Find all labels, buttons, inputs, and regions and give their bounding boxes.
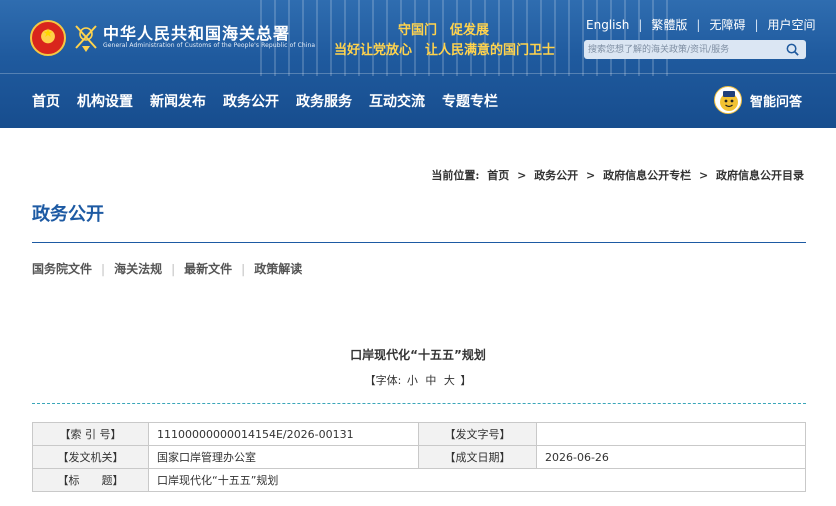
subnav-separator: |: [101, 261, 106, 276]
slogan-line1: 守国门 促发展: [398, 23, 490, 38]
header-divider: [0, 73, 836, 74]
subject-value: 口岸现代化“十五五”规划: [148, 468, 806, 492]
site-subtitle: General Administration of Customs of the…: [103, 42, 316, 49]
sub-nav: 国务院文件 | 海关法规 | 最新文件 | 政策解读: [32, 260, 302, 277]
font-size-large[interactable]: 大: [444, 374, 455, 387]
search-icon[interactable]: [785, 42, 800, 57]
index-number-label: 【索 引 号】: [32, 422, 149, 446]
breadcrumb-separator: >: [586, 169, 596, 182]
table-row: 【标 题】 口岸现代化“十五五”规划: [32, 468, 806, 492]
font-size-close: 】: [460, 374, 472, 387]
issue-date-label: 【成文日期】: [418, 445, 537, 469]
smart-qa-button[interactable]: 智能问答: [714, 86, 802, 114]
search-box: [584, 40, 806, 59]
top-link-separator: |: [696, 17, 701, 32]
breadcrumb-home[interactable]: 首页: [487, 169, 509, 182]
main-nav: 首页 机构设置 新闻发布 政务公开 政务服务 互动交流 专题专栏: [32, 91, 515, 111]
nav-news[interactable]: 新闻发布: [150, 91, 206, 111]
dashed-divider: [32, 403, 806, 404]
top-links: English | 繁體版 | 无障碍 | 用户空间: [586, 16, 816, 33]
breadcrumb-separator: >: [698, 169, 709, 182]
breadcrumb-info-catalog[interactable]: 政府信息公开目录: [716, 169, 804, 182]
link-traditional[interactable]: 繁體版: [651, 16, 687, 33]
link-english[interactable]: English: [586, 18, 629, 32]
assistant-label: 智能问答: [750, 94, 803, 110]
font-size-medium[interactable]: 中: [425, 374, 436, 387]
issue-date-value: 2026-06-26: [536, 445, 806, 469]
document-number-label: 【发文字号】: [418, 422, 537, 446]
document-title: 口岸现代化“十五五”规划: [350, 348, 486, 362]
site-title[interactable]: 中华人民共和国海关总署: [103, 20, 290, 44]
font-size-selector: 【字体: 小 中 大 】: [0, 372, 836, 388]
subnav-separator: |: [171, 261, 176, 276]
search-input[interactable]: [584, 41, 774, 58]
breadcrumb-info-column[interactable]: 政府信息公开专栏: [603, 169, 691, 182]
slogan-line2: 当好让党放心 让人民满意的国门卫士: [334, 43, 556, 58]
subnav-policy-interpretation[interactable]: 政策解读: [254, 260, 302, 277]
nav-organization[interactable]: 机构设置: [77, 91, 133, 111]
customs-emblem-icon: [75, 25, 97, 52]
title-divider: [32, 242, 806, 243]
subject-label: 【标 题】: [32, 468, 149, 492]
nav-special-topics[interactable]: 专题专栏: [442, 91, 498, 111]
subnav-state-council-docs[interactable]: 国务院文件: [32, 260, 92, 277]
font-size-label: 【字体:: [364, 374, 402, 387]
issuer-label: 【发文机关】: [32, 445, 149, 469]
breadcrumb-separator: >: [517, 169, 527, 182]
header-background: [260, 0, 680, 76]
nav-government-affairs[interactable]: 政务公开: [223, 91, 279, 111]
issuer-value: 国家口岸管理办公室: [148, 445, 419, 469]
nav-government-services[interactable]: 政务服务: [296, 91, 352, 111]
national-emblem-icon[interactable]: [30, 20, 66, 56]
breadcrumb-prefix: 当前位置:: [431, 169, 480, 182]
subnav-latest-docs[interactable]: 最新文件: [184, 260, 232, 277]
document-number-value: [536, 422, 806, 446]
subnav-separator: |: [241, 261, 246, 276]
document-meta-table: 【索 引 号】 11100000000014154E/2026-00131 【发…: [32, 422, 806, 492]
table-row: 【索 引 号】 11100000000014154E/2026-00131 【发…: [32, 422, 806, 446]
index-number-value: 11100000000014154E/2026-00131: [148, 422, 419, 446]
table-row: 【发文机关】 国家口岸管理办公室 【成文日期】 2026-06-26: [32, 445, 806, 469]
site-header: 中华人民共和国海关总署 General Administration of Cu…: [0, 0, 836, 128]
breadcrumb-government-affairs[interactable]: 政务公开: [534, 169, 578, 182]
assistant-avatar-icon: [714, 86, 742, 114]
top-link-separator: |: [638, 17, 643, 32]
breadcrumb: 当前位置: 首页 > 政务公开 > 政府信息公开专栏 > 政府信息公开目录: [429, 167, 806, 183]
nav-interaction[interactable]: 互动交流: [369, 91, 425, 111]
link-user-space[interactable]: 用户空间: [768, 16, 816, 33]
subnav-customs-regulations[interactable]: 海关法规: [114, 260, 162, 277]
page-title: 政务公开: [32, 204, 104, 225]
font-size-small[interactable]: 小: [407, 374, 418, 387]
link-accessibility[interactable]: 无障碍: [709, 16, 745, 33]
nav-home[interactable]: 首页: [32, 91, 60, 111]
top-link-separator: |: [754, 17, 759, 32]
